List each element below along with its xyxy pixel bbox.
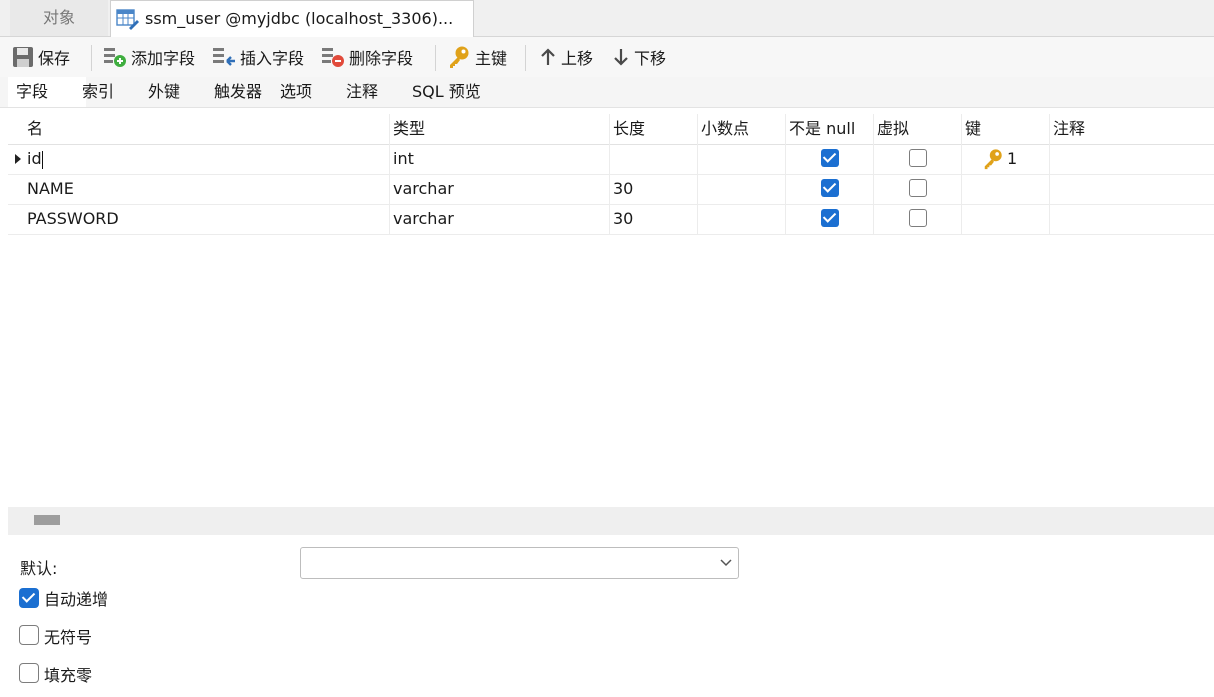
field-type-cell[interactable]: varchar [390,174,610,204]
field-decimals-cell[interactable] [698,144,786,174]
move-up-label: 上移 [561,49,594,68]
unsigned-label: 无符号 [44,628,93,647]
scrollbar-thumb[interactable] [34,515,60,525]
auto-increment-checkbox[interactable] [19,588,39,608]
toolbar-separator [435,45,436,71]
field-name-value: id [27,149,42,168]
move-down-label: 下移 [634,49,667,68]
delete-field-label: 删除字段 [349,49,414,68]
field-length-cell[interactable]: 30 [610,174,698,204]
tab-triggers[interactable]: 触发器 [206,77,270,107]
move-up-button[interactable]: 上移 [539,37,593,77]
column-header-key[interactable]: 键 [962,114,1050,144]
insert-field-label: 插入字段 [240,49,305,68]
field-not-null-cell [786,144,874,174]
text-cursor [41,150,43,169]
virtual-checkbox[interactable] [909,209,927,227]
table-row[interactable]: id int 1 [8,144,1214,175]
key-icon [450,46,469,68]
column-header-comment[interactable]: 注释 [1050,114,1214,144]
field-virtual-cell [874,144,962,174]
insert-field-icon [213,48,235,66]
add-field-label: 添加字段 [131,49,196,68]
unsigned-checkbox[interactable] [19,625,39,645]
tab-table-design-label: ssm_user @myjdbc (localhost_3306)... [145,9,454,28]
move-down-button[interactable]: 下移 [612,37,666,77]
toolbar: 保存 添加字段 插入字段 删除字段 主键 上移 下移 [0,37,1214,77]
field-comment-cell[interactable] [1050,144,1214,174]
not-null-checkbox[interactable] [821,179,839,197]
design-tab-bar: 字段 索引 外键 触发器 选项 注释 SQL 预览 [0,77,1214,108]
auto-increment-label: 自动递增 [44,590,109,609]
field-not-null-cell [786,174,874,204]
primary-key-icon [984,149,1002,170]
tab-comment[interactable]: 注释 [338,77,386,107]
column-header-not-null[interactable]: 不是 null [786,114,874,144]
column-header-type[interactable]: 类型 [390,114,610,144]
insert-field-button[interactable]: 插入字段 [212,37,304,77]
field-decimals-cell[interactable] [698,204,786,234]
delete-field-button[interactable]: 删除字段 [321,37,413,77]
field-comment-cell[interactable] [1050,204,1214,234]
grid-header-row: 名 类型 长度 小数点 不是 null 虚拟 键 注释 [8,114,1214,145]
field-key-cell[interactable] [962,204,1050,234]
zerofill-label: 填充零 [44,666,93,685]
field-key-cell[interactable]: 1 [962,144,1050,174]
table-row[interactable]: PASSWORD varchar 30 [8,204,1214,235]
not-null-checkbox[interactable] [821,209,839,227]
save-button[interactable]: 保存 [12,37,70,77]
virtual-checkbox[interactable] [909,149,927,167]
field-virtual-cell [874,174,962,204]
current-row-indicator-icon [15,154,21,164]
add-field-button[interactable]: 添加字段 [103,37,195,77]
field-not-null-cell [786,204,874,234]
table-row[interactable]: NAME varchar 30 [8,174,1214,205]
chevron-down-icon [720,559,732,567]
column-header-decimals[interactable]: 小数点 [698,114,786,144]
column-header-virtual[interactable]: 虚拟 [874,114,962,144]
tab-objects[interactable]: 对象 [10,0,108,36]
field-name-cell[interactable]: PASSWORD [24,204,390,234]
delete-field-icon [322,48,344,67]
not-null-checkbox[interactable] [821,149,839,167]
arrow-down-icon [614,49,628,66]
field-name-cell[interactable]: id [24,144,390,174]
horizontal-scrollbar[interactable] [8,507,1214,535]
tab-indexes[interactable]: 索引 [74,77,122,107]
field-type-cell[interactable]: varchar [390,204,610,234]
primary-key-label: 主键 [475,49,508,68]
tab-table-design[interactable]: ssm_user @myjdbc (localhost_3306)... [110,0,474,37]
tab-foreign-keys[interactable]: 外键 [140,77,188,107]
field-virtual-cell [874,204,962,234]
field-length-cell[interactable] [610,144,698,174]
save-icon [13,47,33,67]
zerofill-checkbox[interactable] [19,663,39,683]
field-length-cell[interactable]: 30 [610,204,698,234]
field-comment-cell[interactable] [1050,174,1214,204]
default-label: 默认: [20,559,58,578]
tab-options[interactable]: 选项 [272,77,320,107]
column-header-name[interactable]: 名 [24,114,390,144]
save-label: 保存 [38,49,71,68]
field-type-cell[interactable]: int [390,144,610,174]
field-decimals-cell[interactable] [698,174,786,204]
field-name-cell[interactable]: NAME [24,174,390,204]
column-header-length[interactable]: 长度 [610,114,698,144]
virtual-checkbox[interactable] [909,179,927,197]
default-value-select[interactable] [300,547,739,579]
add-field-icon [104,48,126,67]
primary-key-button[interactable]: 主键 [447,37,507,77]
tab-sql-preview[interactable]: SQL 预览 [404,77,489,107]
table-design-icon [116,9,139,30]
toolbar-separator [91,45,92,71]
field-key-cell[interactable] [962,174,1050,204]
arrow-up-icon [541,48,555,65]
toolbar-separator [525,45,526,71]
key-order-value: 1 [1007,149,1018,168]
